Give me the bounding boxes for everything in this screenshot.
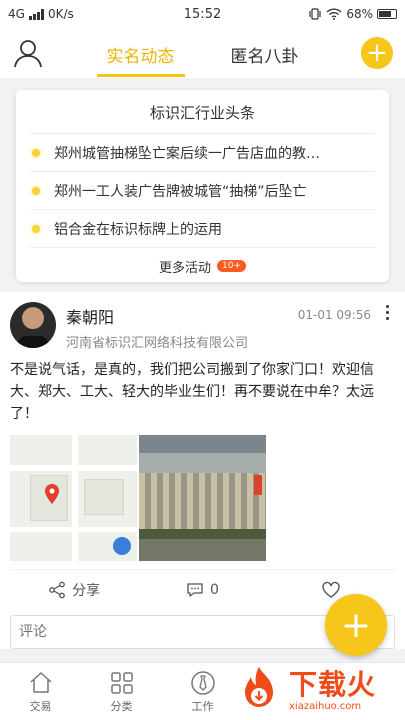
share-label: 分享 <box>72 582 101 599</box>
top-nav: 实名动态 匿名八卦 + <box>0 28 405 78</box>
tab-anonymous[interactable]: 匿名八卦 <box>221 30 309 77</box>
comment-button[interactable]: 0 <box>138 581 266 599</box>
post-images <box>10 435 395 561</box>
bullet-icon <box>30 223 42 235</box>
watermark-url: xiazaihuo.com <box>289 700 362 712</box>
news-item[interactable]: 铝合金在标识标牌上的运用 <box>30 210 375 248</box>
headline-card: 标识汇行业头条 郑州城管抽梯坠亡案后续一广告店血的教… 郑州一工人装广告牌被城管… <box>16 90 389 282</box>
author-org: 河南省标识汇网络科技有限公司 <box>66 336 249 351</box>
bullet-icon <box>30 185 42 197</box>
more-activities-label: 更多活动 <box>158 260 211 276</box>
comment-icon <box>187 582 203 597</box>
share-button[interactable]: 分享 <box>10 580 138 600</box>
news-item-text: 郑州一工人装广告牌被城管“抽梯”后坠亡 <box>54 183 307 200</box>
more-activities-badge: 10+ <box>217 260 246 272</box>
grid-icon <box>110 671 133 694</box>
tie-icon <box>190 670 215 695</box>
flame-logo-icon <box>245 667 273 707</box>
bottom-nav-work[interactable]: 工作 <box>162 663 243 720</box>
author-name[interactable]: 秦朝阳 <box>66 304 298 328</box>
news-item-text: 郑州城管抽梯坠亡案后续一广告店血的教… <box>54 145 320 162</box>
building-photo[interactable] <box>139 435 266 561</box>
news-item-text: 铝合金在标识标牌上的运用 <box>54 221 222 238</box>
news-item[interactable]: 郑州一工人装广告牌被城管“抽梯”后坠亡 <box>30 172 375 210</box>
clock: 15:52 <box>183 6 222 22</box>
floating-add-button[interactable]: + <box>325 594 387 656</box>
bottom-nav-trade[interactable]: 交易 <box>0 663 81 720</box>
news-item[interactable]: 郑州城管抽梯坠亡案后续一广告店血的教… <box>30 134 375 172</box>
profile-icon[interactable] <box>12 37 44 69</box>
battery-icon <box>377 9 398 19</box>
bottom-nav-label: 交易 <box>29 699 52 713</box>
network-type: 4G <box>8 7 25 21</box>
post-time: 01-01 09:56 <box>297 308 371 322</box>
more-menu-icon[interactable] <box>379 305 395 320</box>
bottom-nav-label: 工作 <box>191 699 214 713</box>
like-button[interactable] <box>267 581 395 599</box>
wifi-icon <box>326 8 342 20</box>
bottom-nav-category[interactable]: 分类 <box>81 663 162 720</box>
house-icon <box>29 671 52 693</box>
add-button[interactable]: + <box>361 37 393 69</box>
post-text: 不是说气话，是真的，我们把公司搬到了你家门口！欢迎信大、郑大、工大、轻大的毕业生… <box>10 362 374 422</box>
vibrate-icon <box>309 8 321 20</box>
more-activities-link[interactable]: 更多活动 10+ <box>30 248 375 284</box>
network-speed: 0K/s <box>47 7 74 21</box>
signal-icon <box>28 8 44 20</box>
feed-tabs: 实名动态 匿名八卦 <box>44 30 361 77</box>
battery-percent: 68% <box>346 7 374 21</box>
watermark: 下载火 xiazaihuo.com <box>233 662 401 718</box>
heart-icon <box>322 581 340 598</box>
status-bar: 4G 0K/s 15:52 68% <box>0 0 405 28</box>
map-pin-icon <box>45 484 59 504</box>
tab-real-name[interactable]: 实名动态 <box>96 30 185 77</box>
share-icon <box>49 581 66 598</box>
bottom-nav-label: 分类 <box>110 699 133 713</box>
headline-card-title: 标识汇行业头条 <box>30 100 375 134</box>
post-header: 秦朝阳 河南省标识汇网络科技有限公司 01-01 09:56 <box>10 302 395 351</box>
bullet-icon <box>30 147 42 159</box>
watermark-text: 下载火 <box>289 667 377 701</box>
navigation-icon <box>113 537 131 555</box>
map-image[interactable] <box>10 435 137 561</box>
author-avatar[interactable] <box>10 302 56 348</box>
comment-count: 0 <box>210 581 219 598</box>
